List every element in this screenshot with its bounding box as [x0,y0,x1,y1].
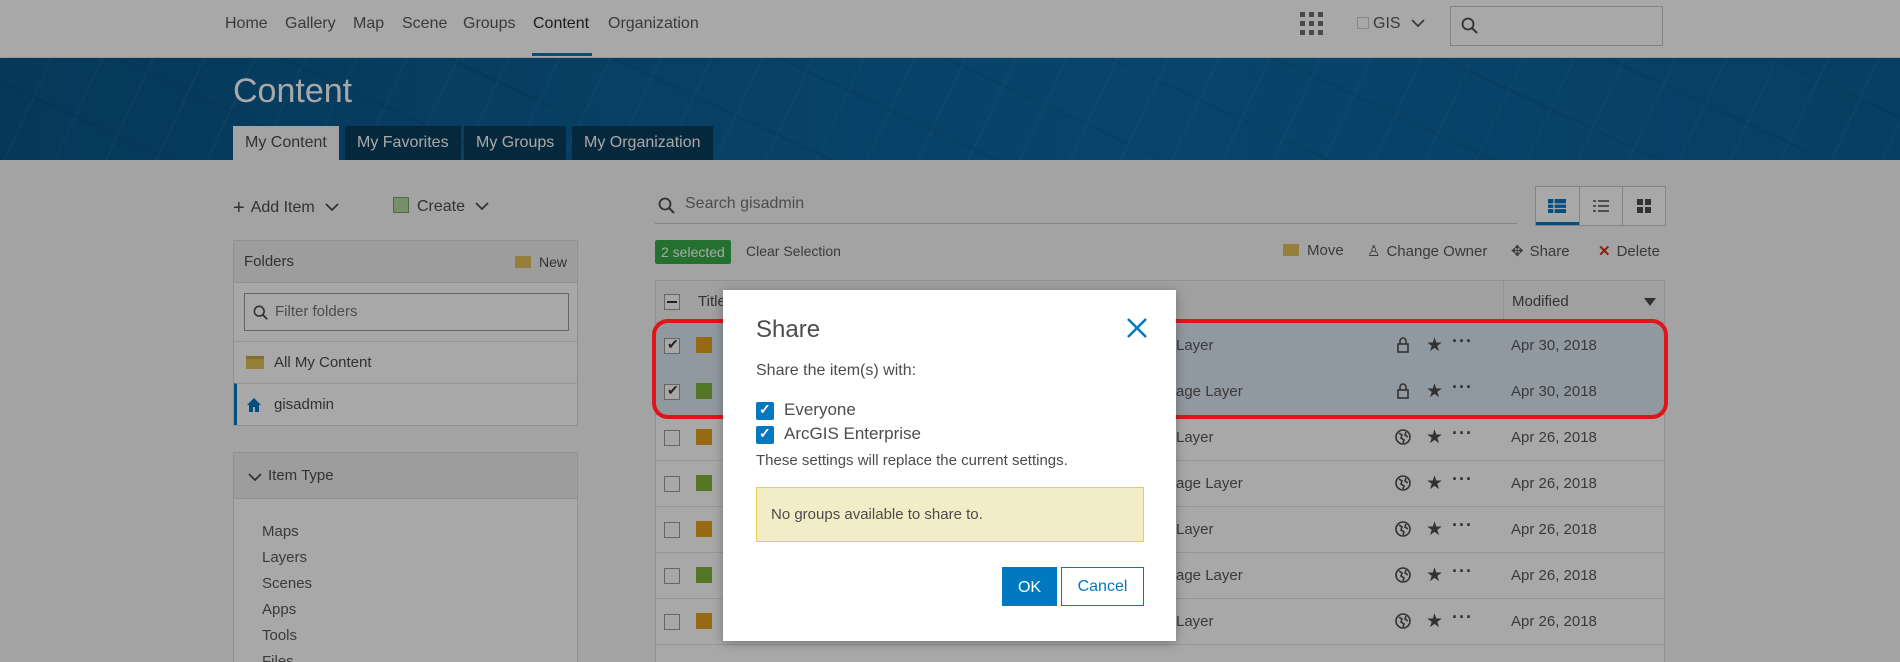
ok-button[interactable]: OK [1002,567,1057,606]
everyone-label: Everyone [784,400,856,419]
share-dialog: Share Share the item(s) with: ✓ Everyone… [723,290,1176,641]
check-icon: ✓ [759,425,771,441]
dialog-subtitle: Share the item(s) with: [756,362,917,379]
alert-text: No groups available to share to. [771,506,983,523]
settings-note: These settings will replace the current … [756,452,1068,469]
arcgis-enterprise-label: ArcGIS Enterprise [784,424,921,443]
cancel-button[interactable]: Cancel [1061,567,1144,606]
dialog-title: Share [756,316,821,343]
page: Home Gallery Map Scene Groups Content Or… [0,0,1900,662]
check-icon: ✓ [759,401,771,417]
arcgis-enterprise-checkbox[interactable]: ✓ [756,425,774,444]
everyone-checkbox[interactable]: ✓ [756,401,774,420]
close-icon[interactable] [1123,314,1151,342]
no-groups-alert: No groups available to share to. [756,487,1144,542]
